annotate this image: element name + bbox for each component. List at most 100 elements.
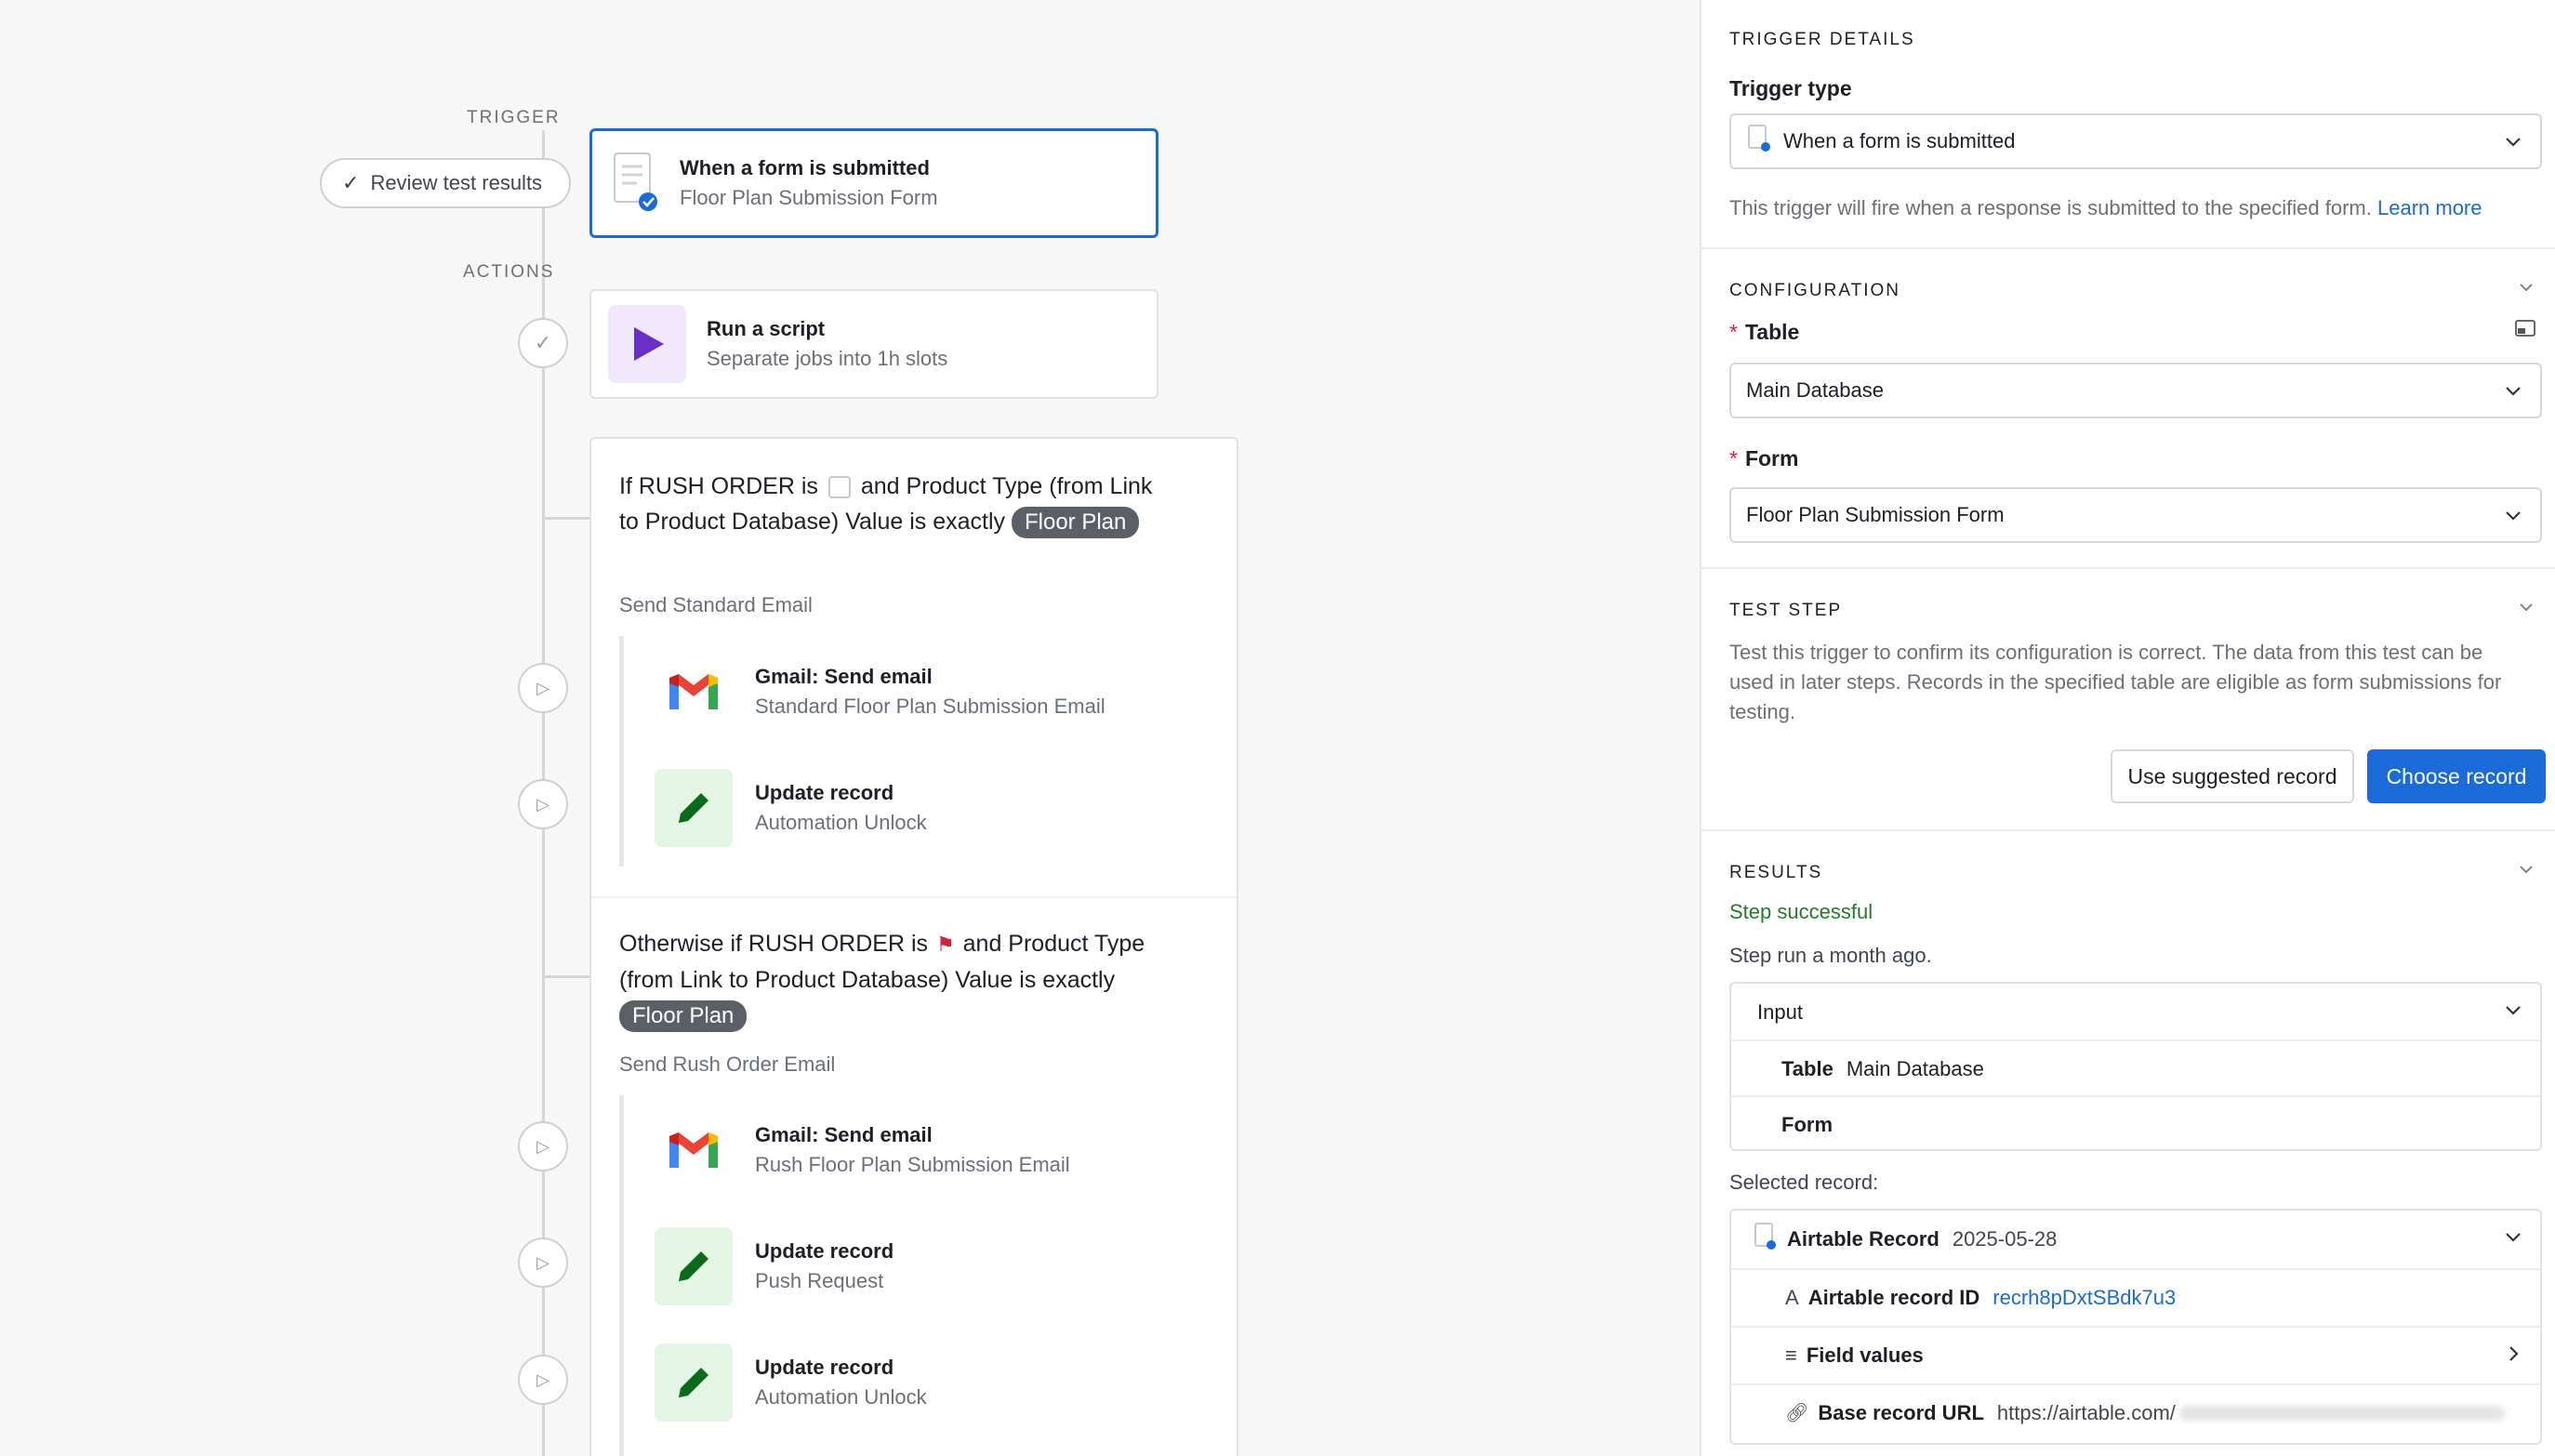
action-title: Gmail: Send email (755, 665, 933, 688)
form-select[interactable]: Floor Plan Submission Form (1729, 487, 2542, 543)
input-form-key: Form (1781, 1112, 1833, 1136)
step-status: Step successful (1729, 900, 1873, 923)
trigger-details-panel: TRIGGER DETAILS Trigger type When a form… (1700, 0, 2555, 1456)
form-label-text: Form (1744, 446, 1799, 470)
form-icon (1754, 1222, 1778, 1257)
branch-divider (591, 896, 1237, 898)
step-status-done[interactable]: ✓ (518, 318, 568, 368)
action-title: Update record (755, 1356, 894, 1379)
trigger-card[interactable]: When a form is submitted Floor Plan Subm… (589, 128, 1158, 238)
checkbox-empty-icon (827, 476, 851, 499)
condition-2[interactable]: Otherwise if RUSH ORDER is ⚑ and Product… (619, 926, 1177, 1033)
section-title: TEST STEP (1729, 601, 1843, 620)
form-icon (1746, 124, 1772, 159)
automation-canvas: TRIGGER ACTIONS ✓ Review test results Wh… (0, 0, 1700, 1456)
group-label: Send Rush Order Email (619, 1052, 836, 1076)
input-header[interactable]: Input (1731, 984, 2540, 1040)
chevron-down-icon[interactable] (2516, 597, 2536, 622)
required-marker: * (1729, 320, 1738, 344)
trigger-type-value: When a form is submitted (1783, 129, 2016, 152)
field-values-key: Field values (1806, 1343, 1924, 1367)
run-script-subtitle: Separate jobs into 1h slots (707, 347, 948, 370)
selected-record-box: Airtable Record 2025-05-28 A Airtable re… (1729, 1209, 2542, 1445)
input-form-row: Form (1731, 1095, 2540, 1152)
learn-more-link[interactable]: Learn more (2377, 196, 2482, 219)
update-record-action[interactable]: Update record Automation Unlock (655, 769, 927, 847)
group-indent-bar (619, 1095, 624, 1456)
trigger-description-text: This trigger will fire when a response i… (1729, 196, 2372, 219)
record-id-key: Airtable record ID (1807, 1285, 1980, 1309)
redacted-url-blur (2178, 1405, 2505, 1421)
text-field-icon: A (1785, 1285, 1799, 1309)
list-icon: ≡ (1785, 1343, 1797, 1367)
gmail-send-email-action[interactable]: Gmail: Send email Rush Floor Plan Submis… (655, 1111, 1070, 1189)
record-id-value[interactable]: recrh8pDxtSBdk7u3 (1992, 1286, 2176, 1310)
play-icon: ▷ (536, 1370, 549, 1389)
action-subtitle: Rush Floor Plan Submission Email (755, 1153, 1070, 1176)
update-record-action[interactable]: Update record Automation Unlock (655, 1343, 927, 1422)
run-step-button[interactable]: ▷ (518, 1121, 568, 1171)
choose-record-button[interactable]: Choose record (2367, 749, 2546, 803)
play-icon: ▷ (536, 678, 549, 697)
run-step-button[interactable]: ▷ (518, 779, 568, 829)
form-select-value: Floor Plan Submission Form (1746, 503, 2005, 526)
base-url-row: 🔗︎ Base record URL https://airtable.com/ (1731, 1383, 2540, 1440)
review-test-results-label: Review test results (370, 171, 543, 194)
value-chip: Floor Plan (619, 1000, 748, 1032)
chevron-down-icon (2503, 505, 2523, 531)
record-id-row: A Airtable record ID recrh8pDxtSBdk7u3 (1731, 1268, 2540, 1325)
trigger-type-select[interactable]: When a form is submitted (1729, 113, 2542, 169)
table-label: * Table (1729, 320, 1799, 345)
selected-record-label: Selected record: (1729, 1171, 1879, 1194)
condition-text: Otherwise if RUSH ORDER is (619, 931, 928, 957)
condition-1[interactable]: If RUSH ORDER is and Product Type (from … (619, 469, 1177, 539)
action-title: Update record (755, 1239, 894, 1263)
use-suggested-record-button[interactable]: Use suggested record (2111, 749, 2354, 803)
section-title: CONFIGURATION (1729, 281, 1900, 300)
action-subtitle: Push Request (755, 1269, 884, 1292)
step-run-time: Step run a month ago. (1729, 944, 1932, 967)
test-step-description: Test this trigger to confirm its configu… (1729, 641, 2502, 723)
review-test-results-button[interactable]: ✓ Review test results (320, 158, 571, 208)
branch-connector (542, 975, 590, 978)
action-subtitle: Automation Unlock (755, 1385, 927, 1409)
record-header[interactable]: Airtable Record 2025-05-28 (1731, 1211, 2540, 1267)
table-select[interactable]: Main Database (1729, 363, 2542, 418)
flag-icon: ⚑ (935, 933, 955, 956)
play-icon: ▷ (536, 1252, 549, 1272)
trigger-card-subtitle: Floor Plan Submission Form (680, 186, 938, 209)
play-icon: ▷ (536, 794, 549, 814)
run-step-button[interactable]: ▷ (518, 1238, 568, 1288)
base-url-key: Base record URL (1818, 1400, 1984, 1424)
run-script-card[interactable]: Run a script Separate jobs into 1h slots (589, 289, 1158, 399)
configuration-section: CONFIGURATION * Table Main Database * Form… (1701, 249, 2555, 569)
group-label: Send Standard Email (619, 593, 813, 616)
field-values-row[interactable]: ≡ Field values (1731, 1326, 2540, 1383)
actions-section-label: ACTIONS (463, 262, 555, 282)
branch-connector (542, 517, 590, 520)
results-section: RESULTS Step successful Step run a month… (1701, 831, 2555, 1456)
action-title: Update record (755, 781, 894, 804)
update-record-action[interactable]: Update record Push Request (655, 1227, 894, 1305)
input-label: Input (1757, 999, 1803, 1024)
run-step-button[interactable]: ▷ (518, 1355, 568, 1405)
section-title: RESULTS (1729, 863, 1823, 882)
link-icon: 🔗︎ (1785, 1403, 1809, 1423)
input-table-key: Table (1781, 1056, 1834, 1080)
group-indent-bar (619, 636, 624, 867)
panel-layout-icon[interactable] (2514, 318, 2536, 343)
trigger-description: This trigger will fire when a response i… (1729, 193, 2529, 223)
table-select-value: Main Database (1746, 378, 1884, 402)
action-title: Gmail: Send email (755, 1123, 933, 1146)
chevron-down-icon[interactable] (2516, 277, 2536, 302)
chevron-down-icon[interactable] (2516, 859, 2536, 884)
chevron-down-icon (2503, 131, 2523, 157)
record-date: 2025-05-28 (1952, 1226, 2058, 1251)
script-icon (608, 305, 686, 383)
pencil-icon (655, 1227, 733, 1305)
base-url-value: https://airtable.com/ (1996, 1400, 2176, 1424)
trigger-section-label: TRIGGER (467, 108, 561, 127)
action-subtitle: Automation Unlock (755, 811, 927, 834)
gmail-send-email-action[interactable]: Gmail: Send email Standard Floor Plan Su… (655, 653, 1105, 731)
run-step-button[interactable]: ▷ (518, 663, 568, 713)
